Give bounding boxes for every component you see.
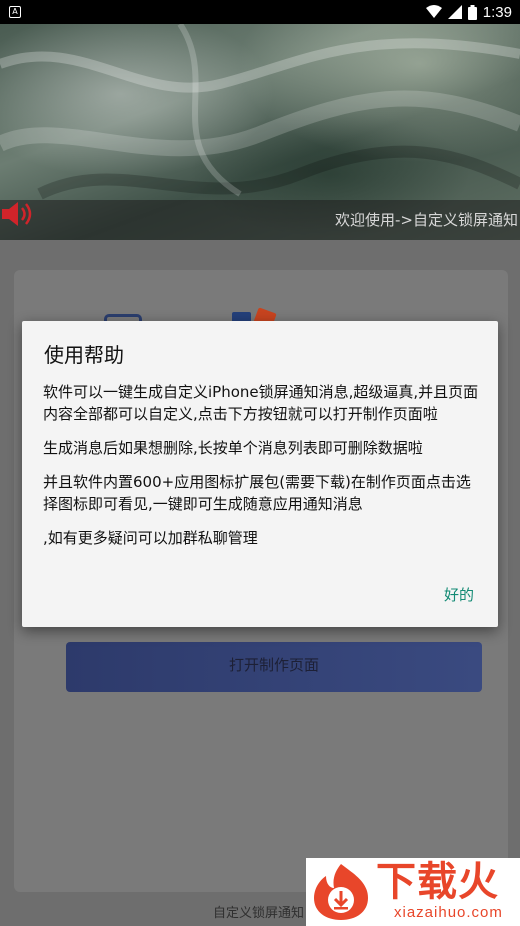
help-dialog: 使用帮助 软件可以一键生成自定义iPhone锁屏通知消息,超级逼真,并且页面内容… xyxy=(22,321,498,627)
ok-button[interactable]: 好的 xyxy=(444,584,474,605)
notification-icon: A xyxy=(9,6,21,18)
fire-logo-icon xyxy=(314,864,368,920)
watermark-title: 下载火 xyxy=(376,859,499,905)
status-time: 1:39 xyxy=(482,3,512,21)
dialog-paragraph: ,如有更多疑问可以加群私聊管理 xyxy=(43,529,258,547)
watermark-subtitle: xiazaihuo.com xyxy=(394,904,503,921)
signal-icon xyxy=(447,5,462,19)
status-bar: A 1:39 xyxy=(0,0,520,24)
speaker-icon xyxy=(2,202,32,226)
status-icons: 1:39 xyxy=(425,3,512,21)
dialog-paragraph: 生成消息后如果想删除,长按单个消息列表即可删除数据啦 xyxy=(43,439,423,457)
wifi-icon xyxy=(425,5,442,18)
battery-icon xyxy=(467,4,477,20)
announcement-text: 欢迎使用->自定义锁屏通知 xyxy=(335,211,518,229)
footer-text: 自定义锁屏通知 xyxy=(213,906,305,921)
header-image: 欢迎使用->自定义锁屏通知 xyxy=(0,24,520,240)
dialog-body: 软件可以一键生成自定义iPhone锁屏通知消息,超级逼真,并且页面内容全部都可以… xyxy=(43,381,483,561)
open-editor-button[interactable]: 打开制作页面 xyxy=(66,642,482,692)
dialog-paragraph: 并且软件内置600+应用图标扩展包(需要下载)在制作页面点击选择图标即可看见,一… xyxy=(43,473,471,513)
dialog-paragraph: 软件可以一键生成自定义iPhone锁屏通知消息,超级逼真,并且页面内容全部都可以… xyxy=(43,383,479,423)
dialog-title: 使用帮助 xyxy=(44,343,124,367)
announcement-bar: 欢迎使用->自定义锁屏通知 xyxy=(0,200,520,240)
watermark: 下载火 xiazaihuo.com xyxy=(306,858,520,926)
